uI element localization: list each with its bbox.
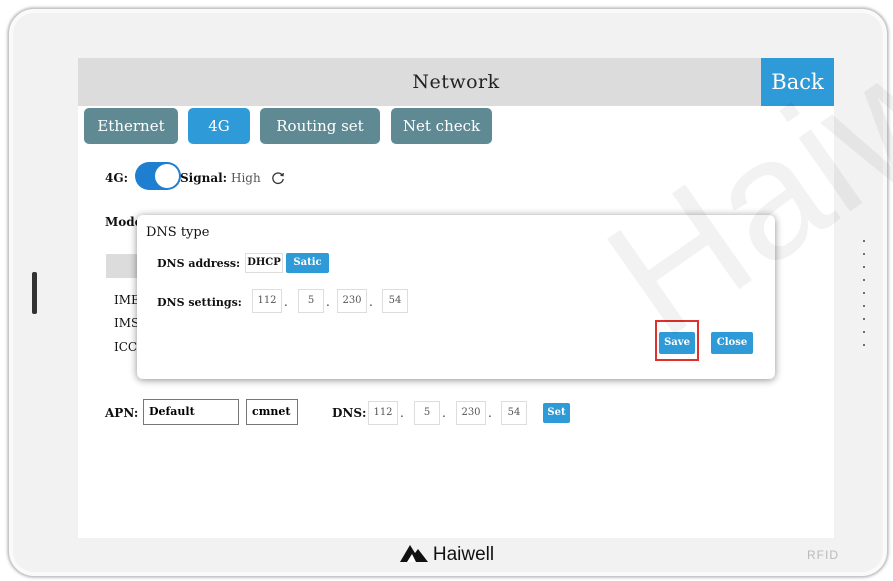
dialog-dns-octet-4[interactable]: 54 <box>382 289 408 313</box>
dialog-dns-octet-3[interactable]: 230 <box>337 289 367 313</box>
iccid-label: ICC <box>114 340 138 354</box>
4g-toggle[interactable] <box>135 162 181 190</box>
title-bar: Network Back <box>78 58 834 106</box>
dns-settings-label: DNS settings: <box>157 296 242 309</box>
close-button[interactable]: Close <box>711 332 753 354</box>
dns-set-button[interactable]: Set <box>543 403 570 423</box>
apn-label: APN: <box>105 406 139 420</box>
refresh-icon[interactable] <box>271 171 285 189</box>
dialog-dns-octet-2[interactable]: 5 <box>298 289 324 313</box>
tab-net-check[interactable]: Net check <box>391 108 492 144</box>
4g-toggle-label: 4G: <box>105 171 129 185</box>
dialog-dns-octet-1[interactable]: 112 <box>252 289 282 313</box>
brand-name: Haiwell <box>432 544 495 565</box>
save-highlight-box <box>655 320 699 361</box>
side-button <box>32 272 37 314</box>
dns-address-label: DNS address: <box>157 257 241 270</box>
imei-label: IME <box>114 293 140 307</box>
dns-label: DNS: <box>332 406 367 420</box>
tab-routing-set[interactable]: Routing set <box>260 108 380 144</box>
imsi-label: IMS <box>114 316 140 330</box>
tab-ethernet[interactable]: Ethernet <box>84 108 178 144</box>
signal-label: Signal: <box>180 171 228 185</box>
dns-octet-4[interactable]: 54 <box>501 401 527 425</box>
back-button[interactable]: Back <box>761 58 834 106</box>
dns-octet-3[interactable]: 230 <box>456 401 486 425</box>
dhcp-option[interactable]: DHCP <box>245 253 283 273</box>
tab-4g[interactable]: 4G <box>188 108 250 144</box>
dialog-title: DNS type <box>146 225 210 240</box>
dns-octet-1[interactable]: 112 <box>368 401 398 425</box>
apn-operator-input[interactable]: cmnet <box>246 399 298 425</box>
apn-input[interactable]: Default <box>143 399 239 425</box>
speaker-grille <box>862 240 868 357</box>
rfid-label: RFID <box>807 548 839 562</box>
dns-octet-2[interactable]: 5 <box>414 401 440 425</box>
page-title: Network <box>412 71 500 93</box>
haiwell-logo-icon <box>399 543 429 569</box>
static-option[interactable]: Satic <box>286 253 329 273</box>
brand-footer: Haiwell <box>0 543 893 569</box>
signal-value: High <box>231 171 261 185</box>
